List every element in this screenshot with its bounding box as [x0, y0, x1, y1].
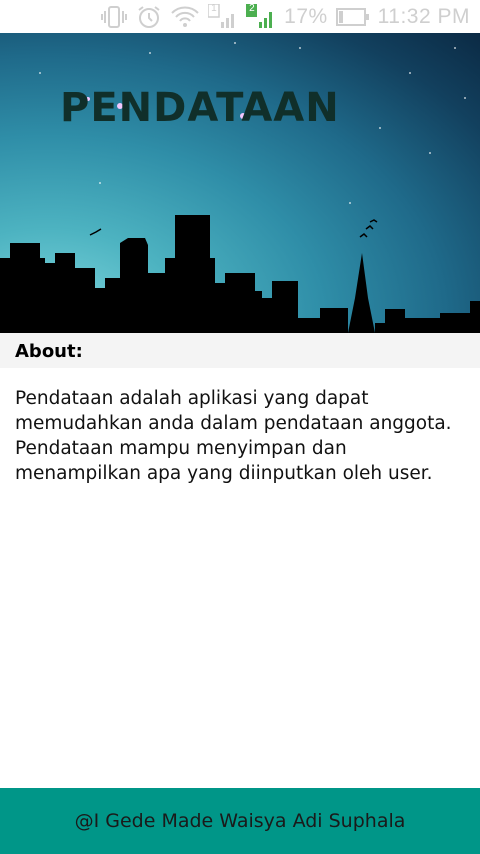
- about-section-header: About:: [0, 333, 480, 368]
- sim1-label: 1: [211, 3, 217, 14]
- footer-bar: @I Gede Made Waisya Adi Suphala: [0, 788, 480, 854]
- header-banner: PENDATAAN: [0, 33, 480, 333]
- sim2-label: 2: [249, 3, 255, 14]
- banner-title: PENDATAAN: [60, 85, 340, 131]
- about-heading: About:: [15, 341, 83, 362]
- footer-credit: @I Gede Made Waisya Adi Suphala: [74, 810, 406, 832]
- wifi-icon: [170, 0, 200, 33]
- status-bar: 1 2 17% 11:32 PM: [0, 0, 480, 33]
- vibrate-icon: [100, 0, 128, 33]
- alarm-icon: [136, 0, 162, 33]
- signal-sim2-icon: 2: [246, 0, 276, 33]
- battery-percent: 17%: [284, 4, 328, 28]
- battery-icon: [335, 0, 370, 33]
- signal-sim1-icon: 1: [208, 0, 238, 33]
- city-skyline-image: [0, 42, 480, 333]
- clock: 11:32 PM: [377, 4, 470, 28]
- about-description: Pendataan adalah aplikasi yang dapat mem…: [15, 388, 452, 484]
